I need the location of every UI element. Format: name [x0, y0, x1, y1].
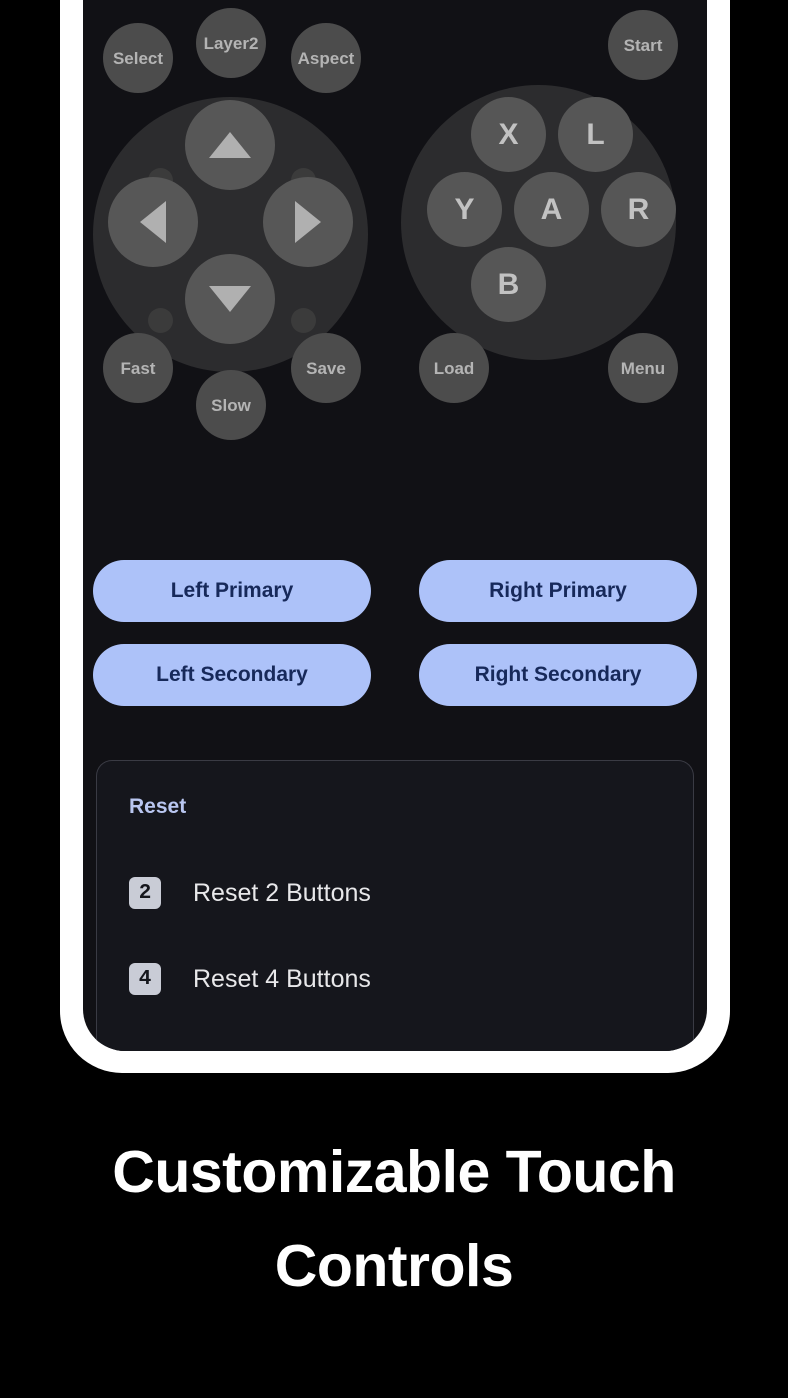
reset-section-title: Reset	[129, 795, 187, 818]
pad-button-menu[interactable]: Menu	[608, 333, 678, 403]
reset-4-buttons-label: Reset 4 Buttons	[193, 964, 371, 993]
pad-button-load[interactable]: Load	[419, 333, 489, 403]
dpad-dot-bottom-right	[291, 308, 316, 333]
dpad-right-button[interactable]	[263, 177, 353, 267]
pad-button-a[interactable]: A	[514, 172, 589, 247]
dpad-up-button[interactable]	[185, 100, 275, 190]
reset-2-buttons-label: Reset 2 Buttons	[193, 878, 371, 907]
dpad-left-icon	[140, 201, 166, 243]
pad-button-slow[interactable]: Slow	[196, 370, 266, 440]
pad-button-y[interactable]: Y	[427, 172, 502, 247]
action-buttons-section: Left Primary Right Primary Left Secondar…	[83, 560, 707, 728]
pad-button-fast[interactable]: Fast	[103, 333, 173, 403]
dpad-left-button[interactable]	[108, 177, 198, 267]
reset-2-buttons-item[interactable]: 2 Reset 2 Buttons	[97, 877, 693, 909]
dpad-down-icon	[209, 286, 251, 312]
number-4-icon: 4	[129, 963, 161, 995]
left-primary-button[interactable]: Left Primary	[93, 560, 371, 622]
gamepad-overlay: Select Layer2 Aspect Fast Slow Save X L …	[83, 0, 707, 540]
pad-button-r[interactable]: R	[601, 172, 676, 247]
reset-card: Reset 2 Reset 2 Buttons 4 Reset 4 Button…	[96, 760, 694, 1051]
left-secondary-button[interactable]: Left Secondary	[93, 644, 371, 706]
pad-button-b[interactable]: B	[471, 247, 546, 322]
pad-button-l[interactable]: L	[558, 97, 633, 172]
right-secondary-button[interactable]: Right Secondary	[419, 644, 697, 706]
pad-button-select[interactable]: Select	[103, 23, 173, 93]
dpad-right-icon	[295, 201, 321, 243]
phone-frame: Select Layer2 Aspect Fast Slow Save X L …	[60, 0, 730, 1073]
pad-button-layer2[interactable]: Layer2	[196, 8, 266, 78]
action-button-row-secondary: Left Secondary Right Secondary	[93, 644, 697, 706]
pad-button-aspect[interactable]: Aspect	[291, 23, 361, 93]
pad-button-start[interactable]: Start	[608, 10, 678, 80]
phone-screen: Select Layer2 Aspect Fast Slow Save X L …	[83, 0, 707, 1051]
dpad-up-icon	[209, 132, 251, 158]
page-caption: Customizable Touch Controls	[112, 1139, 676, 1300]
action-button-row-primary: Left Primary Right Primary	[93, 560, 697, 622]
reset-4-buttons-item[interactable]: 4 Reset 4 Buttons	[97, 963, 693, 995]
number-2-icon: 2	[129, 877, 161, 909]
dpad-dot-bottom-left	[148, 308, 173, 333]
dpad-down-button[interactable]	[185, 254, 275, 344]
pad-button-save[interactable]: Save	[291, 333, 361, 403]
right-primary-button[interactable]: Right Primary	[419, 560, 697, 622]
pad-button-x[interactable]: X	[471, 97, 546, 172]
